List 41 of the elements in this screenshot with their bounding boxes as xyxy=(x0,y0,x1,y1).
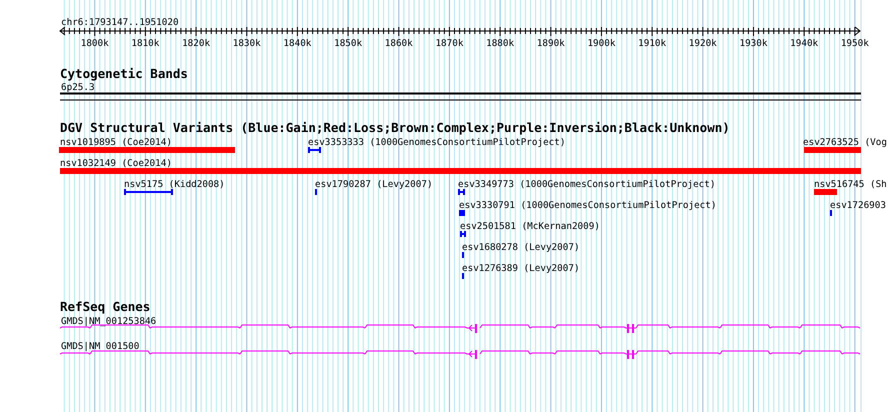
tick-label: 1880k xyxy=(486,38,514,49)
tick-label: 1910k xyxy=(638,38,666,49)
variant-label[interactable]: esv1726903 xyxy=(830,200,886,211)
variant-label[interactable]: esv3353333 (1000GenomesConsortiumPilotProject) xyxy=(308,137,566,148)
variant-bar[interactable] xyxy=(460,231,466,237)
variant-label[interactable]: nsv1019895 (Coe2014) xyxy=(60,137,172,148)
variant-label[interactable]: esv3330791 (1000GenomesConsortiumPilotProject) xyxy=(459,200,716,211)
track-title: RefSeq Genes xyxy=(60,299,150,314)
gene-label[interactable]: GMDS|NM_001500 xyxy=(61,341,140,352)
variant-label[interactable]: esv3349773 (1000GenomesConsortiumPilotProject) xyxy=(458,179,716,190)
tick-label: 1820k xyxy=(182,38,210,49)
tick-label: 1850k xyxy=(334,38,362,49)
variant-bar[interactable] xyxy=(124,189,173,195)
variant-label[interactable]: esv1790287 (Levy2007) xyxy=(315,179,433,190)
track-title: DGV Structural Variants (Blue:Gain;Red:Loss;Brown:Complex;Purple:Inversion;Black:Unknown) xyxy=(60,120,730,135)
track-title: Cytogenetic Bands xyxy=(60,66,188,81)
tick-label: 1870k xyxy=(435,38,464,49)
variant-bar[interactable] xyxy=(308,147,321,153)
tick-label: 1810k xyxy=(131,38,160,49)
tick-label: 1940k xyxy=(790,38,818,49)
variant-label[interactable]: nsv516745 (Sh xyxy=(814,179,887,190)
variant-label[interactable]: esv2501581 (McKernan2009) xyxy=(460,221,600,232)
variant-bar[interactable] xyxy=(458,189,465,195)
tick-label: 1890k xyxy=(536,38,565,49)
variant-label[interactable]: esv1276389 (Levy2007) xyxy=(462,263,580,274)
band-label: 6p25.3 xyxy=(61,82,95,93)
tick-label: 1800k xyxy=(80,38,109,49)
tick-label: 1930k xyxy=(739,38,768,49)
tick-label: 1900k xyxy=(587,38,616,49)
tick-label: 1950k xyxy=(840,38,869,49)
variant-label[interactable]: nsv5175 (Kidd2008) xyxy=(124,179,225,190)
tick-label: 1920k xyxy=(688,38,717,49)
gene-model[interactable] xyxy=(60,350,860,359)
tick-label: 1840k xyxy=(283,38,312,49)
gene-label[interactable]: GMDS|NM_001253846 xyxy=(61,316,156,327)
variant-label[interactable]: nsv1032149 (Coe2014) xyxy=(60,158,172,169)
tick-label: 1860k xyxy=(384,38,413,49)
variant-label[interactable]: esv2763525 (Vog xyxy=(803,137,887,148)
variant-label[interactable]: esv1680278 (Levy2007) xyxy=(462,242,580,253)
location-label: chr6:1793147..1951020 xyxy=(61,17,179,28)
tick-label: 1830k xyxy=(232,38,261,49)
